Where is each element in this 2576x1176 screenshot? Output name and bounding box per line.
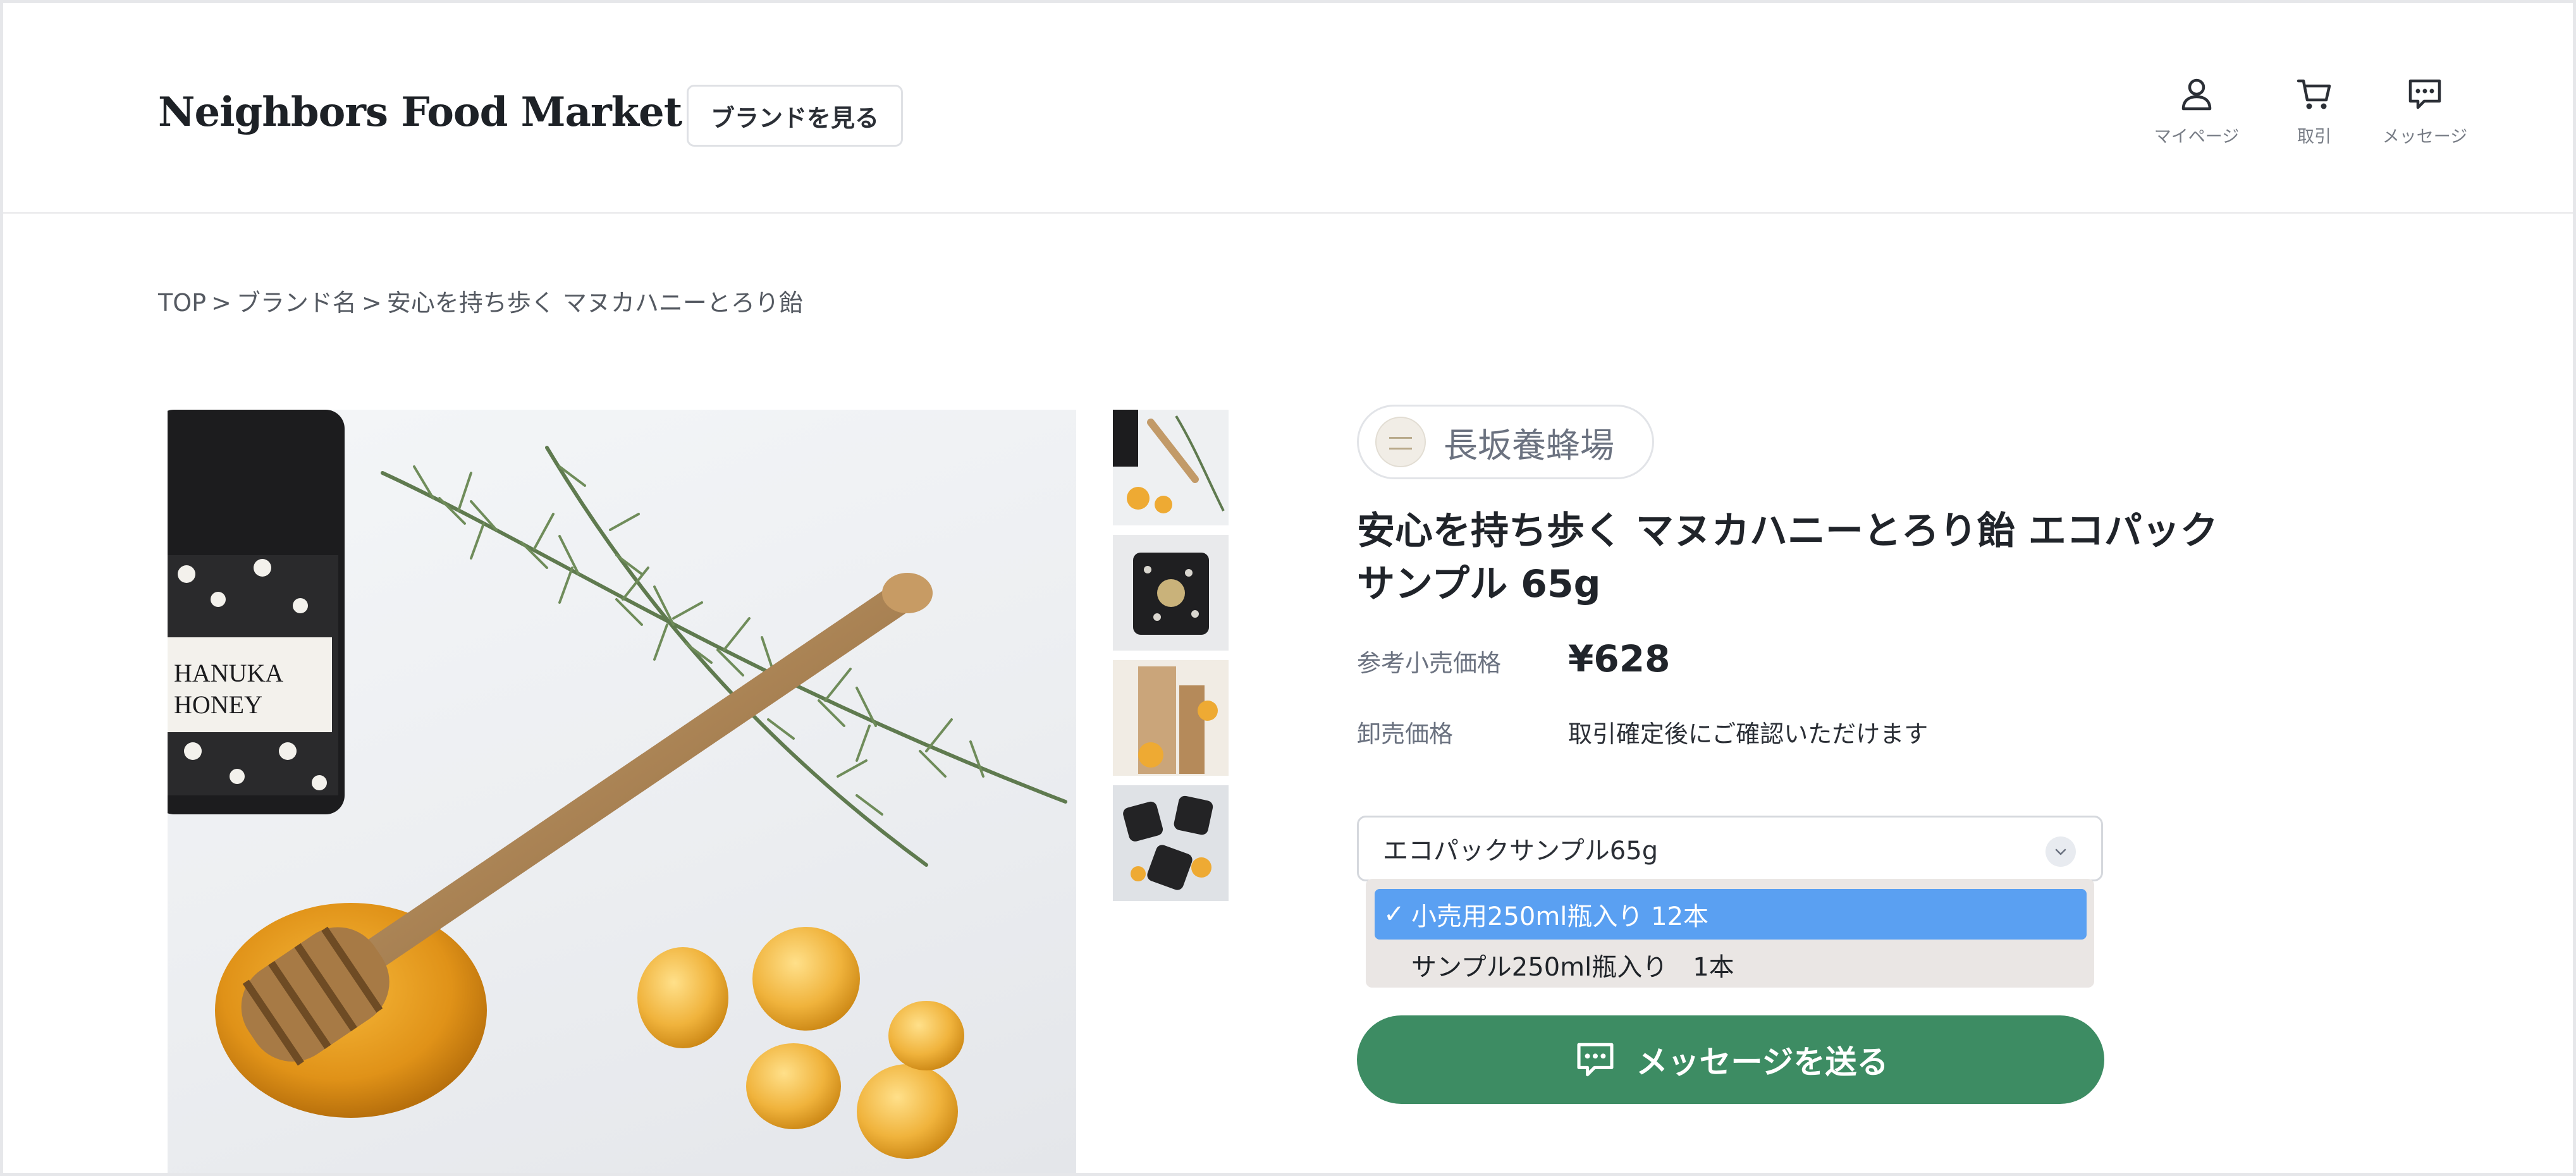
jar-label-text: HANUKA [174,659,283,687]
message-icon [1576,1043,1614,1077]
brand-name: 長坂養蜂場 [1444,425,1614,465]
breadcrumb-separator: > [211,289,231,317]
cart-icon [2297,79,2331,109]
check-icon: ✓ [1383,900,1405,929]
site-header: Neighbors Food Market ブランドを見る マイページ 取引 メ… [0,0,2576,214]
dropdown-option-selected[interactable]: ✓ 小売用250ml瓶入り 12本 [1375,889,2087,940]
brand-logo [1375,417,1426,467]
product-title-line2: サンプル 65g [1357,562,1601,606]
retail-price-label: 参考小売価格 [1357,649,1502,677]
breadcrumb-top[interactable]: TOP [158,289,206,317]
dropdown-option[interactable]: サンプル250ml瓶入り 1本 [1375,940,2087,988]
product-title-line1: 安心を持ち歩く マヌカハニーとろり飴 エコパック [1357,509,2218,553]
breadcrumb-current: 安心を持ち歩く マヌカハニーとろり飴 [386,289,803,317]
variant-select-value: エコパックサンプル65g [1383,836,1659,866]
breadcrumb-brand[interactable]: ブランド名 [236,289,357,317]
brand-chip[interactable]: 長坂養蜂場 [1357,405,1654,479]
variant-select[interactable]: エコパックサンプル65g [1357,816,2103,881]
chevron-down-icon[interactable] [2045,836,2076,867]
nav-message[interactable]: メッセージ [2355,75,2494,147]
svg-text:HONEY: HONEY [174,690,262,719]
dropdown-option-label: サンプル250ml瓶入り 1本 [1411,953,1734,982]
retail-price-value: ¥628 [1568,637,1671,680]
wholesale-price-label: 卸売価格 [1357,720,1454,748]
thumbnail-1[interactable] [1113,410,1229,525]
retail-price-row: 参考小売価格 ¥628 [1357,637,1670,680]
thumbnail-list [1113,410,1230,910]
send-message-label: メッセージを送る [1636,1044,1889,1081]
thumbnail-2[interactable] [1113,535,1229,651]
breadcrumb: TOP > ブランド名 > 安心を持ち歩く マヌカハニーとろり飴 [158,283,803,318]
view-brands-button[interactable]: ブランドを見る [687,85,903,147]
wholesale-price-note: 取引確定後にご確認いただけます [1568,720,1929,748]
thumbnail-4[interactable] [1113,785,1229,901]
product-title: 安心を持ち歩く マヌカハニーとろり飴 エコパック サンプル 65g [1357,505,2267,611]
breadcrumb-separator: > [361,289,382,317]
site-logo[interactable]: Neighbors Food Market [158,89,682,136]
user-icon [2181,78,2212,111]
wholesale-price-row: 卸売価格 取引確定後にご確認いただけます [1357,714,1928,749]
product-photo: HANUKA HONEY [168,410,1067,1159]
thumbnail-3[interactable] [1113,660,1229,776]
variant-dropdown: ✓ 小売用250ml瓶入り 12本 サンプル250ml瓶入り 1本 [1366,879,2094,988]
nav-message-label: メッセージ [2382,127,2468,147]
message-icon [2408,79,2441,109]
dropdown-option-label: 小売用250ml瓶入り 12本 [1411,902,1709,931]
product-main-image[interactable]: HANUKA HONEY [168,410,1076,1176]
send-message-button[interactable]: メッセージを送る [1357,1015,2104,1104]
